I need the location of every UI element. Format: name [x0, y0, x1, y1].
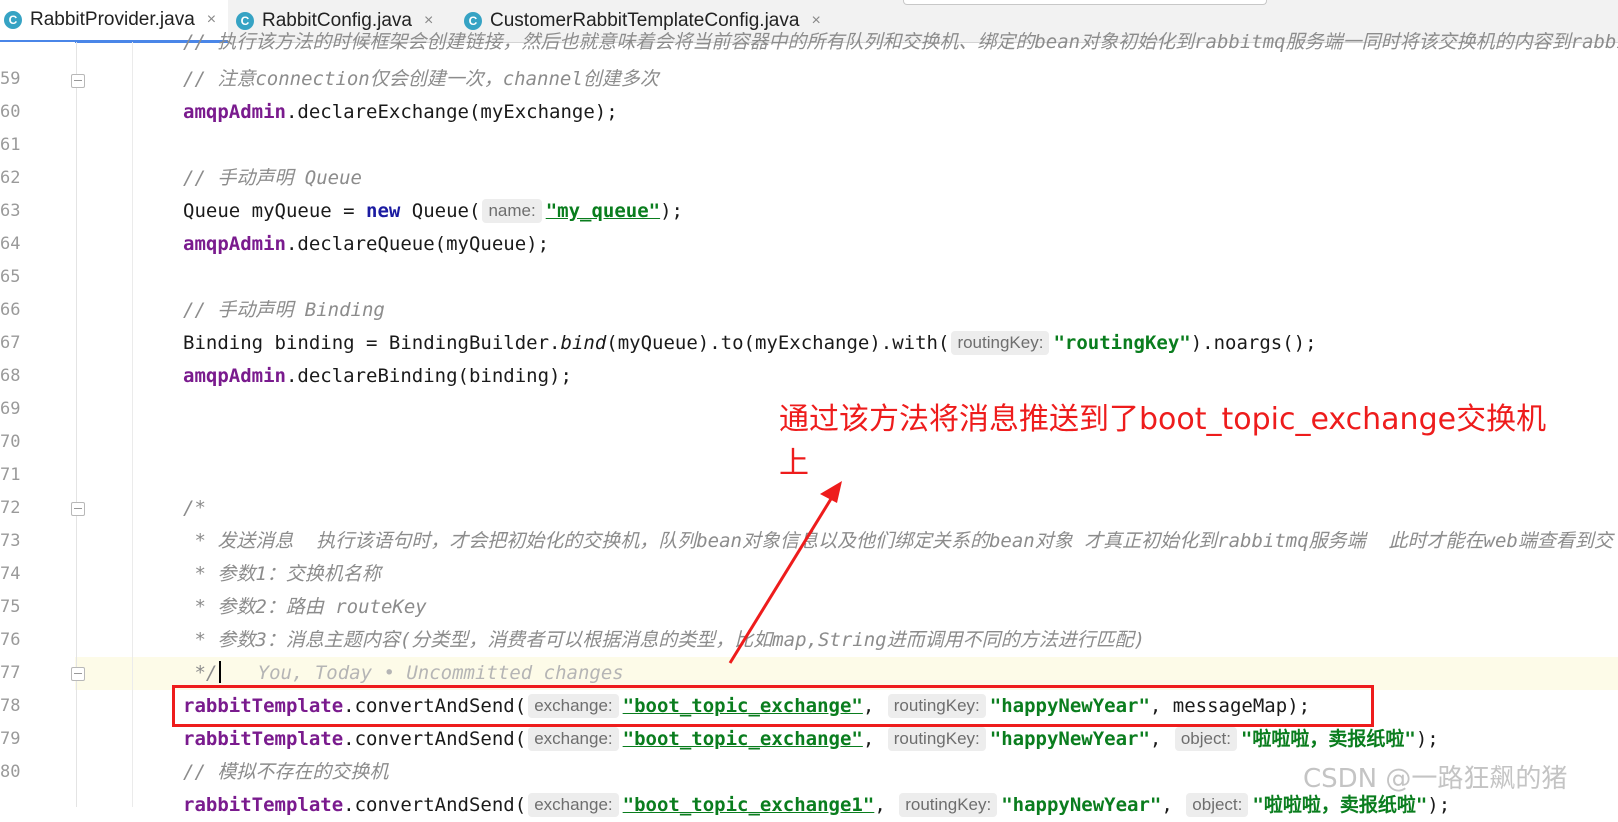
- arrow-line: [728, 493, 836, 664]
- watermark: CSDN @一路狂飙的猪: [1303, 764, 1568, 794]
- annotation-text: 通过该方法将消息推送到了boot_topic_exchange交换机上: [779, 402, 1547, 481]
